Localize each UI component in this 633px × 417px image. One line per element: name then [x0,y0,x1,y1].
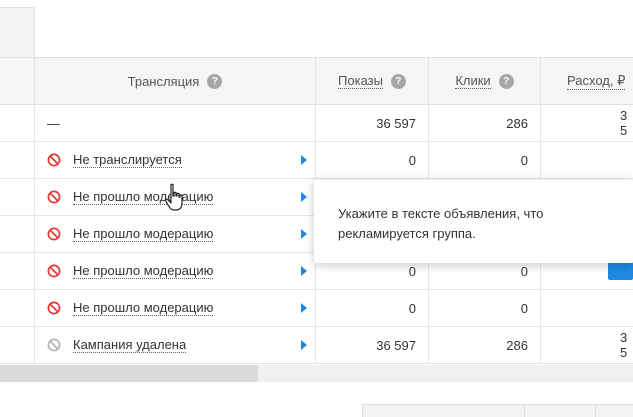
scrollbar-thumb[interactable] [0,365,258,382]
table-row: Не прошло модерацию 0 0 [0,290,633,327]
header-cell-spend: Расход, ₽ [540,58,633,104]
clicks-cell: 286 [428,105,540,141]
header-spend-label[interactable]: Расход, ₽ [567,73,626,90]
header-status-label: Трансляция [127,73,200,89]
help-icon[interactable]: ? [207,73,223,89]
header-impressions-label[interactable]: Показы [338,73,383,89]
impressions-cell: 36 597 [315,327,428,363]
status-link[interactable]: Кампания удалена [73,337,187,353]
spend-cell: 3 5 [540,327,633,363]
status-dash: — [47,115,60,131]
impressions-cell: 0 [315,142,428,178]
row-action-button[interactable] [608,262,633,280]
status-link[interactable]: Не прошло модерацию [73,263,214,279]
blocked-icon [47,301,61,315]
expand-arrow-icon[interactable] [301,155,307,165]
top-area [0,0,633,57]
blocked-icon [47,190,61,204]
impressions-cell: 0 [315,290,428,326]
header-cell-status: Трансляция ? [34,58,315,104]
header-cell-clicks: Клики ? [428,58,540,104]
blocked-icon [47,227,61,241]
table-row: Не транслируется 0 0 [0,142,633,179]
table-row: Кампания удалена 36 597 286 3 5 [0,327,633,364]
status-cell: Кампания удалена [34,327,315,363]
status-cell: Не транслируется [34,142,315,178]
row-selector-cell [0,253,34,289]
status-cell: Не прошло модерацию [34,253,315,289]
clicks-cell: 286 [428,327,540,363]
deleted-icon [47,338,61,352]
spend-cell: 3 5 [540,105,633,141]
row-selector-cell [0,327,34,363]
footer-divider [595,405,596,417]
row-selector-cell [0,290,34,326]
spend-cell [540,142,633,178]
row-selector-cell [0,142,34,178]
spend-cell [540,290,633,326]
header-cell-selector [0,58,34,104]
row-selector-cell [0,216,34,252]
clicks-cell: 0 [428,290,540,326]
status-cell: Не прошло модерацию [34,216,315,252]
table-header: Трансляция ? Показы ? Клики ? Расход, ₽ [0,57,633,105]
expand-arrow-icon[interactable] [301,340,307,350]
row-selector-cell [0,179,34,215]
top-tab[interactable] [0,7,35,57]
status-link[interactable]: Не транслируется [73,152,182,168]
footer-divider [524,405,525,417]
expand-arrow-icon[interactable] [301,266,307,276]
status-cell: Не прошло модерацию [34,290,315,326]
impressions-cell: 36 597 [315,105,428,141]
footer-panel [362,404,633,417]
expand-arrow-icon[interactable] [301,192,307,202]
blocked-icon [47,264,61,278]
tooltip-text: Укажите в тексте объявления, что реклами… [338,206,544,241]
help-icon[interactable]: ? [498,73,514,89]
horizontal-scrollbar[interactable] [0,365,633,382]
status-link[interactable]: Не прошло модерацию [73,300,214,316]
hand-cursor-icon [164,183,183,211]
clicks-cell: 0 [428,142,540,178]
status-cell: — [34,105,315,141]
header-clicks-label[interactable]: Клики [455,73,491,89]
expand-arrow-icon[interactable] [301,229,307,239]
help-icon[interactable]: ? [390,73,406,89]
blocked-icon [47,153,61,167]
row-selector-cell [0,105,34,141]
moderation-tooltip: Укажите в тексте объявления, что реклами… [314,180,633,263]
expand-arrow-icon[interactable] [301,303,307,313]
status-link[interactable]: Не прошло модерацию [73,226,214,242]
status-link[interactable]: Не прошло модерацию [73,189,214,205]
table-row: — 36 597 286 3 5 [0,105,633,142]
header-cell-impressions: Показы ? [315,58,428,104]
